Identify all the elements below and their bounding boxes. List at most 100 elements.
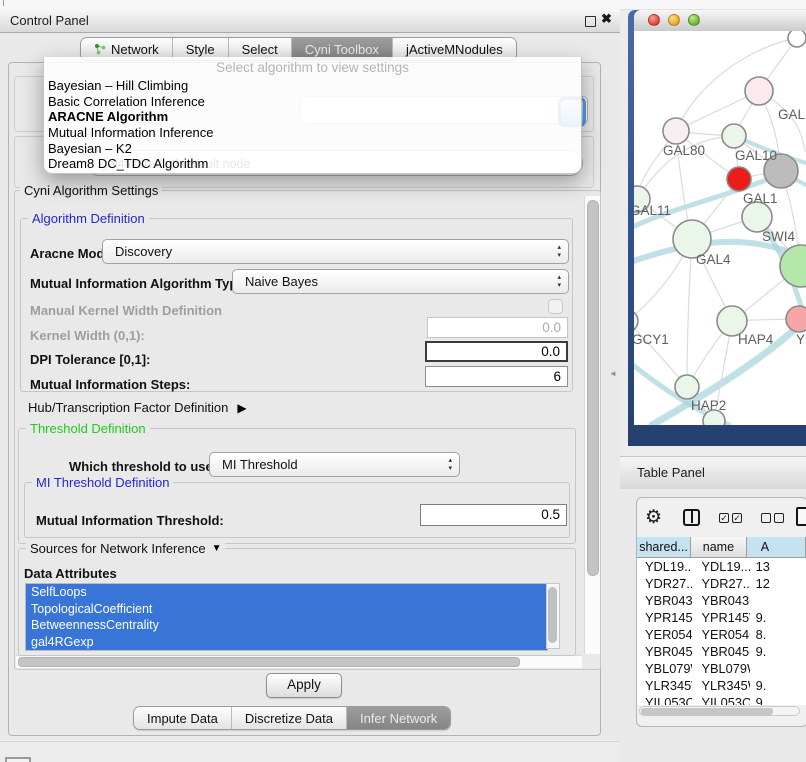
table-row[interactable]: YBR045CYBR045C9. [637,643,806,660]
settings-vertical-scrollbar-thumb[interactable] [587,200,599,576]
which-threshold-value: MI Threshold [222,457,298,472]
algorithm-option-basic-correlation-inference[interactable]: Basic Correlation Inference [44,94,581,110]
window-zoom-button[interactable] [688,14,700,26]
table-cell: YBL079W [637,660,692,677]
table-cell: YBR043C [692,592,749,609]
table-cell [750,660,806,677]
hub-transcription-factor-expander[interactable]: Hub/Transcription Factor Definition [28,400,247,415]
table-cell: YDL19... [692,558,749,575]
algorithm-option-bayesian-hill-climbing[interactable]: Bayesian – Hill Climbing [44,78,581,94]
control-panel-titlebar [0,9,620,33]
table-cell: YER054C [637,626,692,643]
tab-label: Impute Data [147,711,218,726]
control-panel-title: Control Panel [10,13,89,28]
algorithm-popup-list: Bayesian – Hill ClimbingBasic Correlatio… [44,78,581,172]
table-row[interactable]: YDR27...YDR27...12 [637,575,806,592]
document-icon[interactable] [796,507,806,526]
column-header-a[interactable]: A [747,537,806,558]
table-horizontal-scrollbar-thumb[interactable] [641,708,773,715]
table-row[interactable]: YER054CYER054C8. [637,626,806,643]
dpi-tolerance-field[interactable]: 0.0 [425,341,568,362]
attribute-item-selfloops[interactable]: SelfLoops [26,584,547,601]
window-close-button[interactable] [648,14,660,26]
threshold-definition-title: Threshold Definition [26,421,150,436]
sources-title[interactable]: Sources for Network Inference [26,541,225,556]
aracne-mode-value: Discovery [115,244,172,259]
network-graph: GALGAL80GAL10GAL1GAL11SWI4GAL4GCY1HAP4YH… [634,31,806,425]
table-cell: YIL053C [637,694,692,705]
node-label-gal4: GAL4 [696,252,731,267]
network-node[interactable] [788,31,806,47]
algorithm-option-aracne-algorithm[interactable]: ARACNE Algorithm [44,109,581,125]
attribute-item-betweennesscentrality[interactable]: BetweennessCentrality [26,617,547,634]
hub-label: Hub/Transcription Factor Definition [28,400,228,415]
table-cell: 8. [750,626,806,643]
table-row[interactable]: YDL19...YDL19...13 [637,558,806,575]
deselect-all-checkbox-icon[interactable] [761,513,771,523]
node-label-gal80: GAL80 [663,143,705,158]
node-label-gal10: GAL10 [735,148,777,163]
column-header-shared[interactable]: shared... [637,537,691,558]
algorithm-option-mutual-information-inference[interactable]: Mutual Information Inference [44,125,581,141]
settings-horizontal-scrollbar-thumb[interactable] [18,657,520,667]
mi-algorithm-type-combobox[interactable]: Naive Bayes [232,269,569,294]
attributes-scrollbar-thumb[interactable] [548,587,557,643]
data-attributes-list[interactable]: SelfLoopsTopologicalCoefficientBetweenne… [25,583,548,651]
manual-kernel-width-checkbox[interactable] [548,299,563,314]
dock-grip-icon[interactable] [5,757,31,762]
table-row[interactable]: YBR043CYBR043C [637,592,806,609]
table-row[interactable]: YIL053CYIL053C9. [637,694,806,705]
mi-algorithm-type-value: Naive Bayes [245,274,318,289]
kernel-width-field[interactable]: 0.0 [427,317,568,338]
network-edge[interactable] [687,239,692,387]
mi-algorithm-type-label: Mutual Information Algorithm Type: [30,276,249,291]
panel-collapse-arrow[interactable] [609,369,617,378]
select-all-checkbox-icon[interactable] [719,513,729,523]
table-row[interactable]: YPR145WYPR145W9. [637,609,806,626]
apply-button[interactable]: Apply [266,673,342,698]
column-header-name[interactable]: name [691,537,747,558]
mi-steps-field[interactable]: 6 [425,366,568,387]
gear-icon[interactable] [645,506,662,529]
table-row[interactable]: YBL079WYBL079W [637,660,806,677]
network-node-hap2[interactable] [675,375,699,399]
network-node-gal[interactable] [745,77,773,105]
table-cell: 13 [750,558,806,575]
deselect-all-checkbox-icon[interactable] [774,513,784,523]
table-cell: 9. [750,643,806,660]
table-cell: YDR27... [637,575,692,592]
window-minimize-button[interactable] [668,14,680,26]
which-threshold-label: Which threshold to use: [69,459,217,474]
algorithm-option-bayesian-k2[interactable]: Bayesian – K2 [44,141,581,157]
node-label-gcy1: GCY1 [634,332,669,347]
tab-discretize-data[interactable]: Discretize Data [231,707,346,729]
table-cell: 9. [750,694,806,705]
screen: Control Panel Inference Algorithm) gal4f… [0,0,806,762]
network-node-gal10[interactable] [722,124,746,148]
aracne-mode-combobox[interactable]: Discovery [102,239,569,264]
which-threshold-combobox[interactable]: MI Threshold [209,452,460,477]
node-label-gal: GAL [778,107,806,122]
network-icon [94,43,106,55]
tab-label: Cyni Toolbox [305,42,379,57]
table-cell: YBL079W [692,660,749,677]
network-node-gal80[interactable] [663,118,689,144]
attribute-item-topologicalcoefficient[interactable]: TopologicalCoefficient [26,601,547,618]
split-columns-icon[interactable] [683,509,700,526]
close-panel-button[interactable] [601,11,612,27]
table-row[interactable]: YLR345WYLR345W9. [637,677,806,694]
network-node-gal1[interactable] [727,167,751,191]
attribute-item-gal4rgexp[interactable]: gal4RGexp [26,634,547,651]
tab-infer-network[interactable]: Infer Network [346,707,450,729]
network-canvas[interactable]: GALGAL80GAL10GAL1GAL11SWI4GAL4GCY1HAP4YH… [634,31,806,425]
network-node-y[interactable] [786,306,806,332]
tab-label: Style [186,42,215,57]
mi-threshold-label: Mutual Information Threshold: [36,513,224,528]
network-node-swi4[interactable] [742,202,772,232]
select-all-checkbox-icon[interactable] [732,513,742,523]
table-header-row: shared...nameA [637,537,806,558]
algorithm-option-dream8-dc-tdc-algorithm[interactable]: Dream8 DC_TDC Algorithm [44,156,581,172]
float-window-button[interactable] [585,16,596,27]
mi-threshold-field[interactable]: 0.5 [420,504,567,526]
tab-impute-data[interactable]: Impute Data [134,707,231,729]
